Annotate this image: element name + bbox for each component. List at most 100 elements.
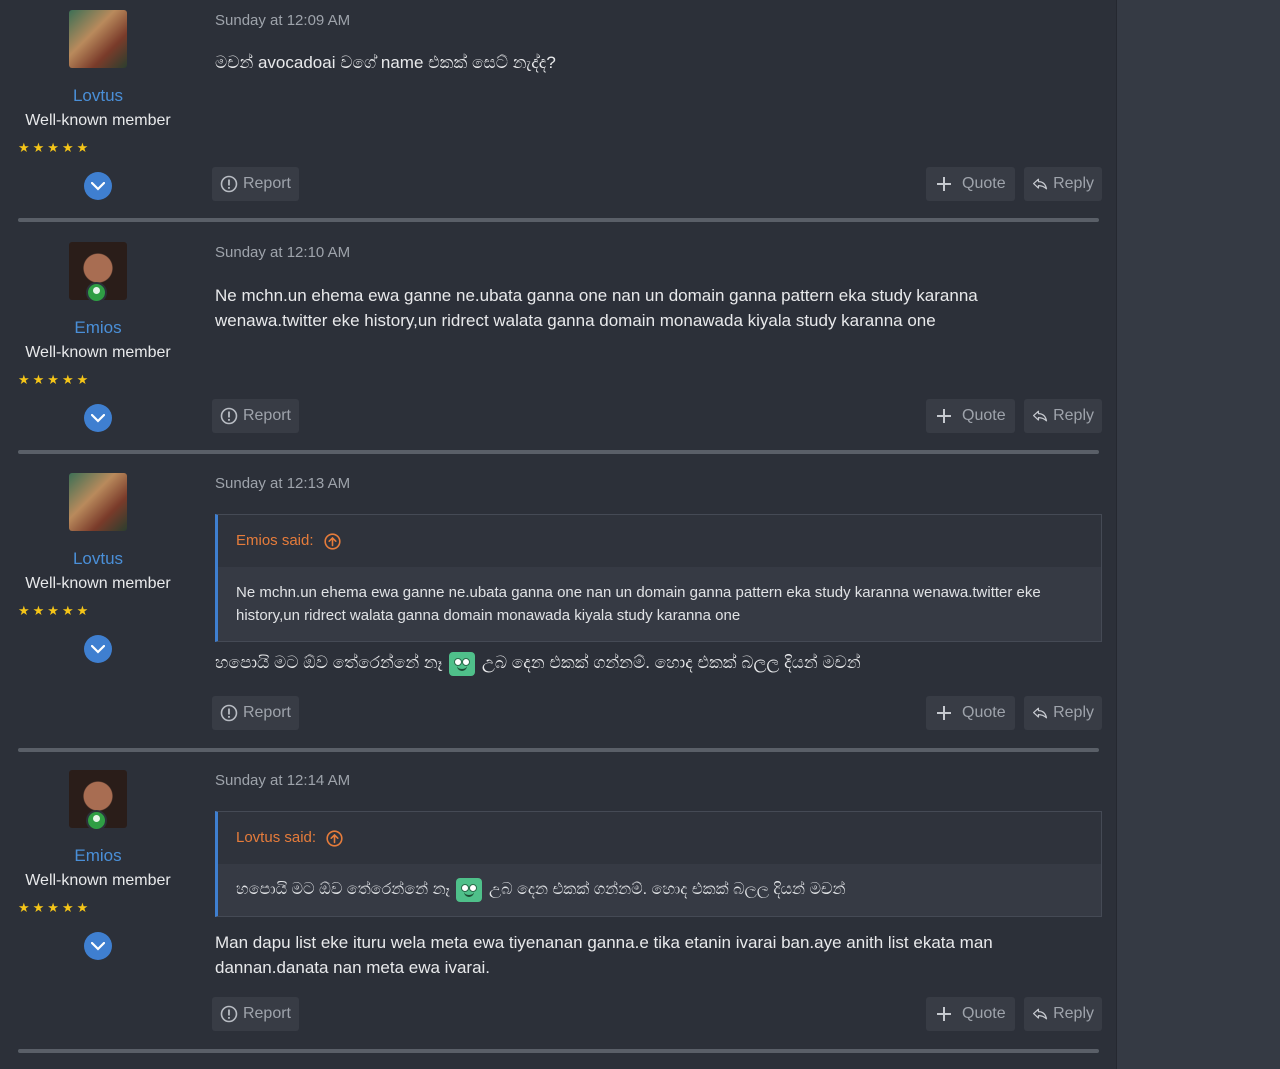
quote-label: Quote <box>962 175 1006 192</box>
post-message: හපොයි මට ඕව තේරෙන්නේ නෑ උබ දෙන එකක් ගන්න… <box>215 650 1085 676</box>
quote-text: Ne mchn.un ehema ewa ganne ne.ubata gann… <box>218 567 1101 641</box>
user-title: Well-known member <box>25 344 171 361</box>
quote-block: Lovtus said: හපොයි මට ඕව තේරෙන්නේ නෑ උබ … <box>215 811 1102 917</box>
post-actions: Report Quote Reply <box>212 399 1102 433</box>
thread-column: Lovtus Well-known member ★★★★★ Sunday at… <box>0 0 1116 1069</box>
user-title: Well-known member <box>25 112 171 129</box>
expand-user-button[interactable] <box>84 635 112 663</box>
quote-text-part: හපොයි මට ඕව තේරෙන්නේ නෑ <box>236 881 451 899</box>
rating-stars: ★★★★★ <box>18 900 92 915</box>
username[interactable]: Emios <box>0 318 196 338</box>
alert-circle-icon <box>220 407 238 425</box>
reply-button[interactable]: Reply <box>1024 997 1102 1031</box>
alert-circle-icon <box>220 175 238 193</box>
reply-button[interactable]: Reply <box>1024 167 1102 201</box>
report-label: Report <box>242 175 291 192</box>
smile-emoji-icon <box>456 878 483 902</box>
post-message: Man dapu list eke ituru wela meta ewa ti… <box>215 933 993 977</box>
quote-author[interactable]: Emios said: <box>236 532 314 549</box>
report-label: Report <box>242 704 291 721</box>
post-actions: Report Quote Reply <box>212 167 1102 201</box>
post-divider <box>18 450 1099 454</box>
online-status-icon <box>86 282 107 303</box>
quote-button[interactable]: Quote <box>926 167 1015 201</box>
avatar[interactable] <box>69 473 127 531</box>
chevron-down-icon <box>91 413 105 423</box>
post: Emios Well-known member ★★★★★ Sunday at … <box>0 760 1116 1060</box>
expand-user-button[interactable] <box>84 172 112 200</box>
reply-label: Reply <box>1053 1005 1094 1022</box>
quote-header[interactable]: Emios said: <box>218 515 1101 567</box>
rating-stars: ★★★★★ <box>18 603 92 618</box>
username[interactable]: Lovtus <box>0 86 196 106</box>
chevron-down-icon <box>91 644 105 654</box>
plus-icon <box>937 177 951 191</box>
post-divider <box>18 748 1099 752</box>
avatar[interactable] <box>69 10 127 68</box>
quote-block: Emios said: Ne mchn.un ehema ewa ganne n… <box>215 514 1102 642</box>
expand-user-button[interactable] <box>84 932 112 960</box>
arrow-up-circle-icon[interactable] <box>326 829 343 847</box>
post-author-block: Emios Well-known member ★★★★★ <box>0 232 196 432</box>
report-label: Report <box>242 407 291 424</box>
reply-button[interactable]: Reply <box>1024 399 1102 433</box>
post-message: මචන් avocadoai වගේ name එකක් සෙට් නැද්ද? <box>215 53 556 72</box>
report-button[interactable]: Report <box>212 167 299 201</box>
username[interactable]: Emios <box>0 846 196 866</box>
post-author-block: Lovtus Well-known member ★★★★★ <box>0 463 196 663</box>
report-label: Report <box>242 1005 291 1022</box>
user-title: Well-known member <box>25 575 171 592</box>
right-sidebar <box>1116 0 1280 1069</box>
quote-label: Quote <box>962 407 1006 424</box>
post: Lovtus Well-known member ★★★★★ Sunday at… <box>0 0 1116 220</box>
report-button[interactable]: Report <box>212 997 299 1031</box>
post-actions: Report Quote Reply <box>212 696 1102 730</box>
reply-label: Reply <box>1053 175 1094 192</box>
quote-header[interactable]: Lovtus said: <box>218 812 1101 864</box>
post-timestamp[interactable]: Sunday at 12:10 AM <box>215 244 350 261</box>
post-message-part: උබ දෙන එකක් ගන්නම්. හොද එකක් බලල දියන් ම… <box>481 653 861 672</box>
quote-button[interactable]: Quote <box>926 399 1015 433</box>
reply-icon <box>1033 178 1048 190</box>
quote-button[interactable]: Quote <box>926 997 1015 1031</box>
post-divider <box>18 218 1099 222</box>
rating-stars: ★★★★★ <box>18 372 92 387</box>
post-actions: Report Quote Reply <box>212 997 1102 1031</box>
post-author-block: Emios Well-known member ★★★★★ <box>0 760 196 960</box>
post: Emios Well-known member ★★★★★ Sunday at … <box>0 232 1116 452</box>
post-divider <box>18 1049 1099 1053</box>
post-timestamp[interactable]: Sunday at 12:13 AM <box>215 475 350 492</box>
reply-icon <box>1033 1008 1048 1020</box>
quote-button[interactable]: Quote <box>926 696 1015 730</box>
user-title: Well-known member <box>25 872 171 889</box>
smile-emoji-icon <box>449 651 476 676</box>
alert-circle-icon <box>220 704 238 722</box>
username[interactable]: Lovtus <box>0 549 196 569</box>
chevron-down-icon <box>91 181 105 191</box>
reply-button[interactable]: Reply <box>1024 696 1102 730</box>
quote-text: හපොයි මට ඕව තේරෙන්නේ නෑ උබ දෙන එකක් ගන්න… <box>218 864 1101 916</box>
quote-author[interactable]: Lovtus said: <box>236 829 316 846</box>
post: Lovtus Well-known member ★★★★★ Sunday at… <box>0 463 1116 753</box>
avatar[interactable] <box>69 770 127 831</box>
reply-label: Reply <box>1053 407 1094 424</box>
post-message: Ne mchn.un ehema ewa ganne ne.ubata gann… <box>215 286 978 330</box>
plus-icon <box>937 409 951 423</box>
reply-icon <box>1033 410 1048 422</box>
post-timestamp[interactable]: Sunday at 12:14 AM <box>215 772 350 789</box>
avatar[interactable] <box>69 242 127 303</box>
quote-label: Quote <box>962 1005 1006 1022</box>
report-button[interactable]: Report <box>212 399 299 433</box>
quote-label: Quote <box>962 704 1006 721</box>
plus-icon <box>937 706 951 720</box>
reply-icon <box>1033 707 1048 719</box>
plus-icon <box>937 1007 951 1021</box>
post-author-block: Lovtus Well-known member ★★★★★ <box>0 0 196 200</box>
expand-user-button[interactable] <box>84 404 112 432</box>
quote-text-part: උබ දෙන එකක් ගන්නම්. හොද එකක් බලල දියන් ම… <box>488 881 846 899</box>
arrow-up-circle-icon[interactable] <box>324 532 341 550</box>
alert-circle-icon <box>220 1005 238 1023</box>
post-timestamp[interactable]: Sunday at 12:09 AM <box>215 12 350 29</box>
post-message-part: හපොයි මට ඕව තේරෙන්නේ නෑ <box>215 653 443 672</box>
report-button[interactable]: Report <box>212 696 299 730</box>
